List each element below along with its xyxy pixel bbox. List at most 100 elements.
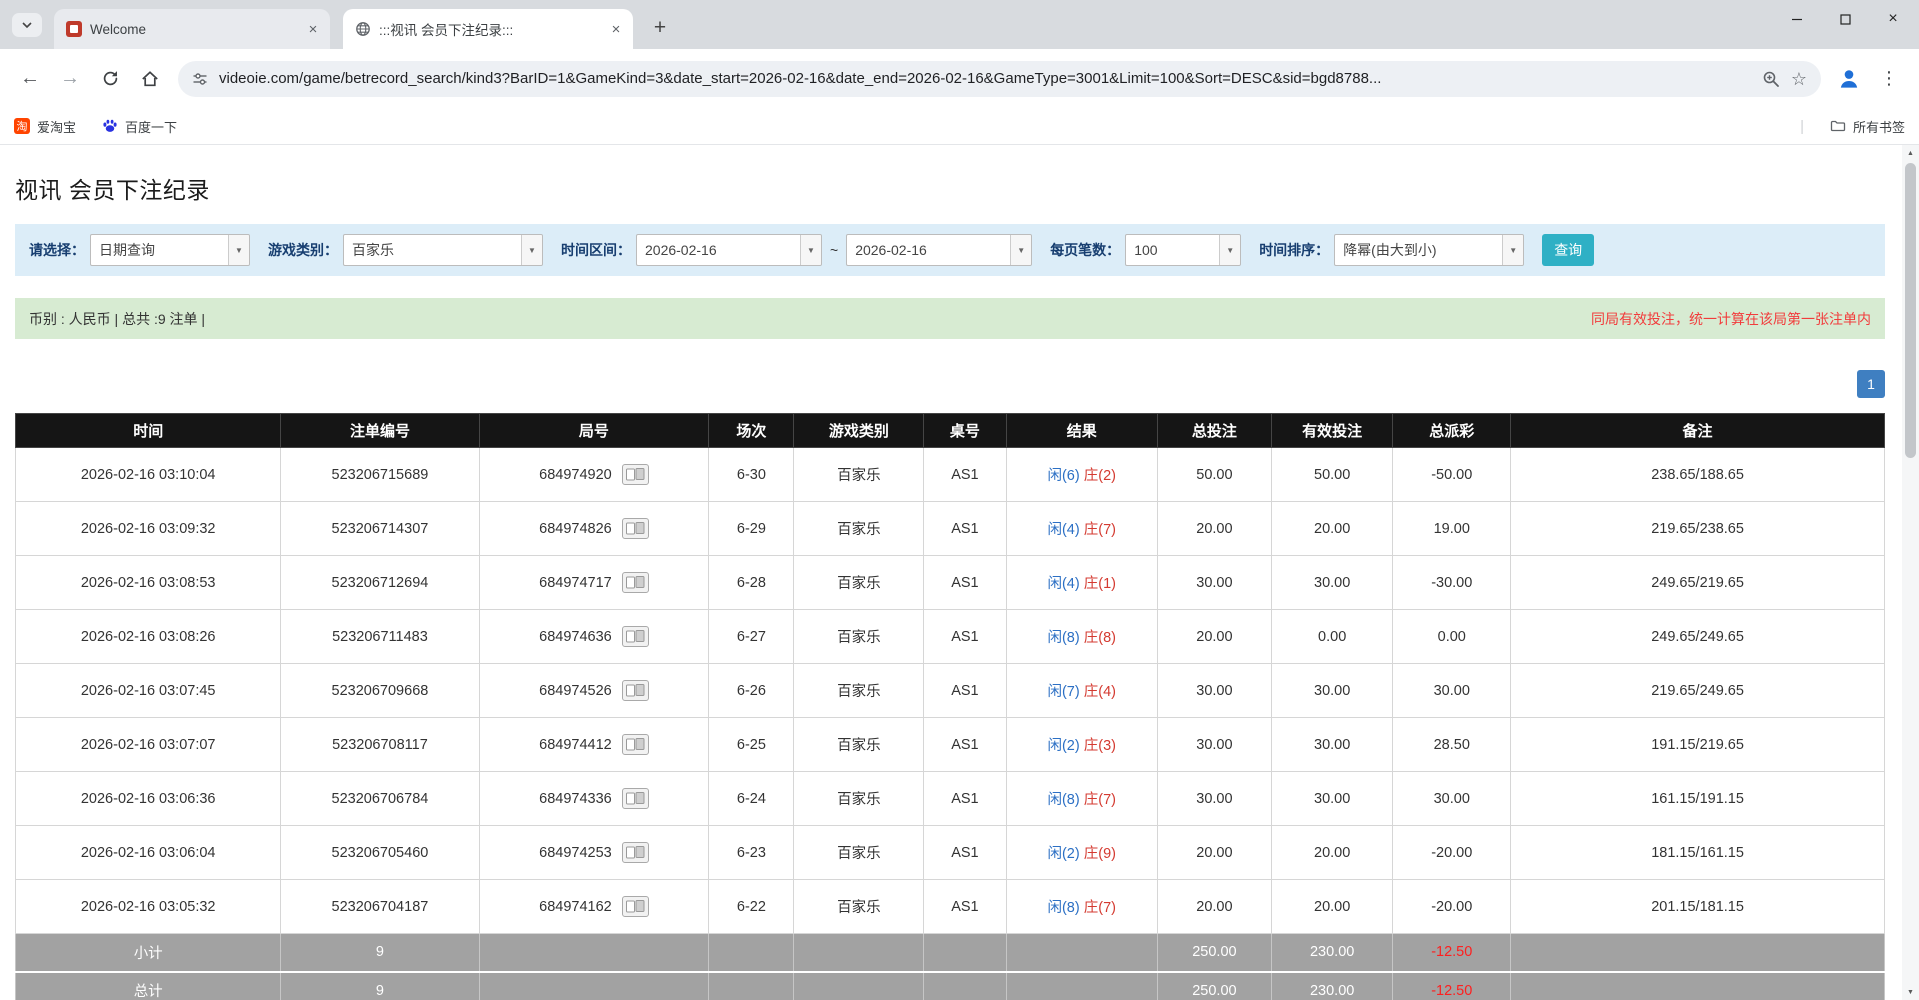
globe-favicon-icon (355, 21, 371, 37)
cell-time: 2026-02-16 03:06:36 (16, 772, 281, 826)
cell-session: 6-23 (709, 826, 794, 880)
round-number: 684974717 (539, 575, 612, 591)
cell-bet-id: 523206706784 (281, 772, 479, 826)
table-row: 2026-02-16 03:07:07523206708117684974412… (16, 718, 1885, 772)
scroll-up-icon[interactable]: ▲ (1902, 145, 1919, 161)
footer-empty-cell (709, 972, 794, 1000)
cell-bet-id: 523206715689 (281, 448, 479, 502)
cell-table-no: AS1 (924, 502, 1006, 556)
page-1-button[interactable]: 1 (1857, 370, 1885, 398)
site-settings-icon[interactable] (192, 71, 208, 87)
bookmark-baidu[interactable]: 百度一下 (102, 117, 177, 136)
home-button[interactable] (130, 59, 170, 99)
cell-game-type: 百家乐 (794, 772, 924, 826)
profile-avatar[interactable] (1829, 59, 1869, 99)
vertical-scrollbar[interactable]: ▲ ▼ (1902, 145, 1919, 1000)
footer-empty-cell (794, 972, 924, 1000)
cell-payout: 30.00 (1393, 664, 1511, 718)
forward-button[interactable]: → (50, 59, 90, 99)
date-end-select[interactable]: 2026-02-16 ▼ (846, 234, 1032, 266)
tab-close-icon[interactable]: × (304, 20, 322, 38)
reload-button[interactable] (90, 59, 130, 99)
round-result-image-button[interactable] (622, 896, 649, 917)
round-number: 684974162 (539, 899, 612, 915)
all-bookmarks-button[interactable]: 所有书签 (1830, 117, 1905, 136)
query-type-label: 请选择： (29, 240, 85, 260)
date-start-value: 2026-02-16 (637, 242, 800, 258)
round-result-image-button[interactable] (622, 788, 649, 809)
footer-valid-bet: 230.00 (1271, 934, 1392, 972)
game-type-select[interactable]: 百家乐 ▼ (343, 234, 543, 266)
date-start-select[interactable]: 2026-02-16 ▼ (636, 234, 822, 266)
cell-session: 6-22 (709, 880, 794, 934)
round-result-image-button[interactable] (622, 572, 649, 593)
round-result-image-button[interactable] (622, 626, 649, 647)
dropdown-arrow-icon[interactable]: ▼ (1502, 235, 1523, 265)
round-result-image-button[interactable] (622, 842, 649, 863)
dropdown-arrow-icon[interactable]: ▼ (800, 235, 821, 265)
cell-round: 684974412 (479, 718, 709, 772)
table-row: 2026-02-16 03:08:53523206712694684974717… (16, 556, 1885, 610)
footer-empty-cell (1006, 972, 1157, 1000)
result-banker: 庄(2) (1084, 468, 1116, 484)
round-result-image-button[interactable] (622, 518, 649, 539)
tab-search-chevron-button[interactable] (12, 13, 42, 37)
column-header: 备注 (1511, 414, 1885, 448)
tab-close-icon[interactable]: × (607, 20, 625, 38)
minimize-button[interactable] (1773, 0, 1821, 38)
cell-table-no: AS1 (924, 772, 1006, 826)
round-number: 684974412 (539, 737, 612, 753)
dropdown-arrow-icon[interactable]: ▼ (228, 235, 249, 265)
footer-payout: -12.50 (1393, 972, 1511, 1000)
new-tab-button[interactable]: + (645, 13, 675, 43)
cell-payout: 28.50 (1393, 718, 1511, 772)
footer-empty-cell (924, 934, 1006, 972)
cell-valid-bet: 30.00 (1271, 718, 1392, 772)
scroll-down-icon[interactable]: ▼ (1902, 984, 1919, 1000)
dropdown-arrow-icon[interactable]: ▼ (1219, 235, 1240, 265)
maximize-button[interactable] (1821, 0, 1869, 38)
tab-betrecord[interactable]: :::视讯 会员下注纪录::: × (343, 9, 633, 49)
cell-time: 2026-02-16 03:08:26 (16, 610, 281, 664)
column-header: 结果 (1006, 414, 1157, 448)
cell-round: 684974717 (479, 556, 709, 610)
zoom-icon[interactable] (1762, 70, 1780, 88)
footer-total-bet: 250.00 (1157, 934, 1271, 972)
address-bar[interactable]: videoie.com/game/betrecord_search/kind3?… (178, 61, 1821, 97)
cell-session: 6-24 (709, 772, 794, 826)
query-type-select[interactable]: 日期查询 ▼ (90, 234, 250, 266)
round-result-image-button[interactable] (622, 680, 649, 701)
bookmark-taobao[interactable]: 淘 爱淘宝 (14, 117, 76, 136)
dropdown-arrow-icon[interactable]: ▼ (1010, 235, 1031, 265)
back-button[interactable]: ← (10, 59, 50, 99)
tab-title: :::视讯 会员下注纪录::: (379, 19, 599, 39)
per-page-select[interactable]: 100 ▼ (1125, 234, 1241, 266)
round-result-image-button[interactable] (622, 464, 649, 485)
tab-welcome[interactable]: Welcome × (54, 9, 330, 49)
result-player: 闲(8) (1047, 792, 1079, 808)
bookmark-label: 爱淘宝 (37, 117, 76, 136)
cell-total-bet: 30.00 (1157, 556, 1271, 610)
cell-table-no: AS1 (924, 664, 1006, 718)
browser-menu-button[interactable]: ⋮ (1869, 59, 1909, 99)
cell-payout: -50.00 (1393, 448, 1511, 502)
close-window-button[interactable]: × (1869, 0, 1917, 38)
footer-note (1511, 934, 1885, 972)
cell-result: 闲(7) 庄(4) (1006, 664, 1157, 718)
cell-round: 684974526 (479, 664, 709, 718)
cell-bet-id: 523206709668 (281, 664, 479, 718)
bookmark-star-icon[interactable]: ☆ (1791, 70, 1807, 88)
sort-select[interactable]: 降幂(由大到小) ▼ (1334, 234, 1524, 266)
dropdown-arrow-icon[interactable]: ▼ (521, 235, 542, 265)
footer-label: 总计 (16, 972, 281, 1000)
result-player: 闲(8) (1047, 900, 1079, 916)
search-button[interactable]: 查询 (1542, 234, 1594, 266)
cell-valid-bet: 20.00 (1271, 880, 1392, 934)
round-result-image-button[interactable] (622, 734, 649, 755)
column-header: 时间 (16, 414, 281, 448)
scrollbar-thumb[interactable] (1905, 163, 1916, 458)
cell-table-no: AS1 (924, 448, 1006, 502)
baidu-paw-icon (102, 118, 118, 134)
cell-round: 684974162 (479, 880, 709, 934)
cell-payout: -20.00 (1393, 880, 1511, 934)
